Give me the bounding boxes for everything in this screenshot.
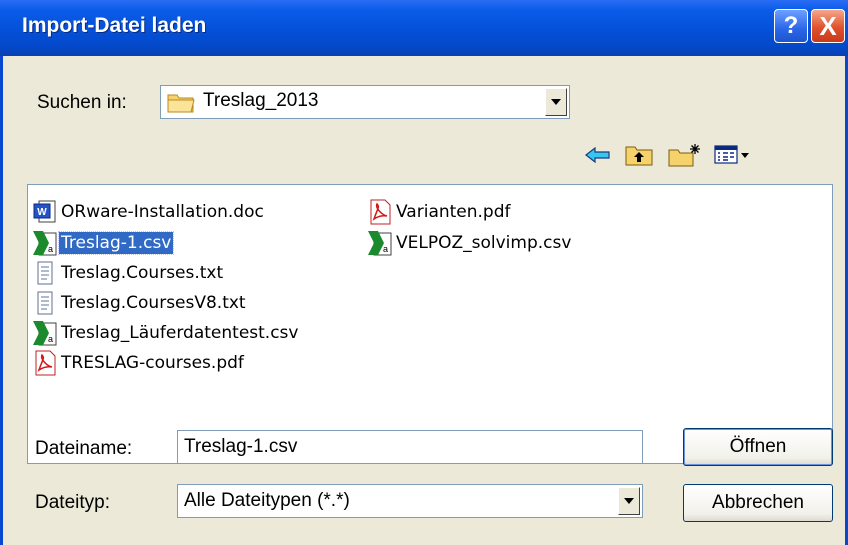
excel-csv-icon: a — [366, 230, 394, 256]
title-bar[interactable]: Import-Datei laden ? X — [0, 0, 848, 56]
new-folder-icon[interactable] — [667, 142, 703, 168]
svg-text:a: a — [48, 334, 53, 344]
help-button[interactable]: ? — [774, 9, 808, 43]
lookin-value: Treslag_2013 — [203, 90, 319, 111]
file-item[interactable]: TRESLAG-courses.pdf — [31, 349, 246, 377]
filetype-label: Dateityp: — [35, 492, 110, 513]
dialog-body: Suchen in: Treslag_2013 W ORware-Install… — [0, 56, 848, 545]
cancel-button[interactable]: Abbrechen — [683, 484, 833, 522]
file-item[interactable]: a VELPOZ_solvimp.csv — [366, 229, 573, 257]
file-item[interactable]: a Treslag-1.csv — [31, 229, 175, 257]
window-title: Import-Datei laden — [22, 14, 207, 37]
filetype-dropdown[interactable]: Alle Dateitypen (*.*) — [177, 484, 643, 518]
file-name: Varianten.pdf — [396, 202, 511, 222]
file-name: Treslag_Läuferdatentest.csv — [61, 323, 299, 343]
filename-input[interactable]: Treslag-1.csv — [177, 430, 643, 464]
svg-text:W: W — [37, 207, 47, 218]
up-folder-icon[interactable] — [623, 142, 655, 168]
svg-text:a: a — [383, 244, 388, 254]
close-button[interactable]: X — [811, 9, 845, 43]
chevron-down-icon — [551, 99, 561, 105]
file-list[interactable]: W ORware-Installation.doc a Treslag-1.cs… — [27, 184, 833, 464]
file-item[interactable]: W ORware-Installation.doc — [31, 198, 266, 226]
excel-csv-icon: a — [31, 320, 59, 346]
file-item[interactable]: a Treslag_Läuferdatentest.csv — [31, 319, 300, 347]
folder-icon — [167, 91, 197, 118]
pdf-icon — [366, 199, 394, 225]
filename-label: Dateiname: — [35, 438, 133, 459]
lookin-label: Suchen in: — [37, 92, 127, 113]
text-file-icon — [31, 260, 59, 286]
file-name: TRESLAG-courses.pdf — [61, 353, 244, 373]
open-button[interactable]: Öffnen — [683, 428, 833, 466]
word-doc-icon: W — [31, 199, 59, 225]
file-item[interactable]: Treslag.Courses.txt — [31, 259, 225, 287]
view-menu-icon[interactable] — [713, 142, 753, 168]
file-item[interactable]: Treslag.CoursesV8.txt — [31, 289, 248, 317]
back-arrow-icon[interactable] — [583, 142, 613, 168]
filetype-value: Alle Dateitypen (*.*) — [184, 490, 350, 511]
filetype-dropdown-arrow[interactable] — [618, 487, 640, 515]
file-name: Treslag-1.csv — [57, 231, 175, 255]
file-item[interactable]: Varianten.pdf — [366, 198, 513, 226]
pdf-icon — [31, 350, 59, 376]
file-name: Treslag.CoursesV8.txt — [61, 293, 246, 313]
filename-value: Treslag-1.csv — [184, 436, 298, 457]
svg-text:a: a — [48, 244, 53, 254]
excel-csv-icon: a — [31, 230, 59, 256]
file-name: ORware-Installation.doc — [61, 202, 264, 222]
lookin-dropdown-arrow[interactable] — [545, 88, 567, 116]
file-name: VELPOZ_solvimp.csv — [396, 233, 572, 253]
text-file-icon — [31, 290, 59, 316]
lookin-dropdown[interactable]: Treslag_2013 — [160, 85, 570, 119]
chevron-down-icon — [624, 498, 634, 504]
file-name: Treslag.Courses.txt — [61, 263, 224, 283]
